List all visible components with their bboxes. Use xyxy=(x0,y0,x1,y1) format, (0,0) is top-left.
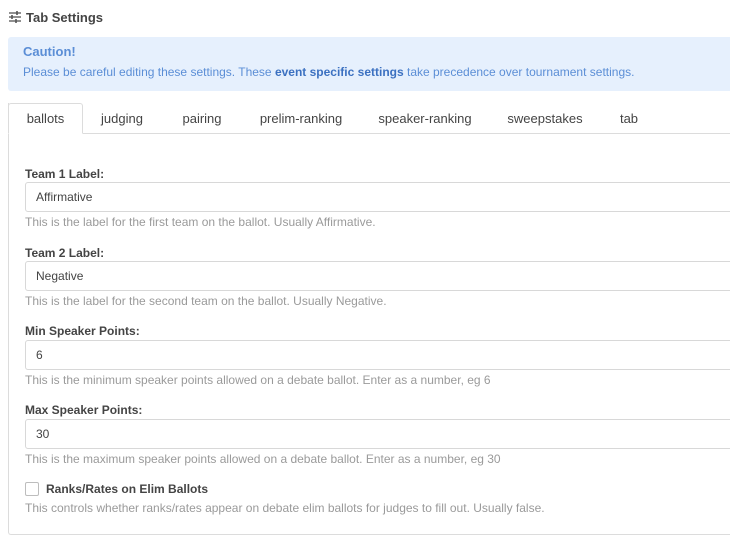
settings-panel xyxy=(8,103,730,535)
ranks-rates-checkbox[interactable] xyxy=(25,482,39,496)
team1-label-help: This is the label for the first team on … xyxy=(25,215,376,229)
tab-sweepstakes[interactable]: sweepstakes xyxy=(499,103,591,134)
max-speaker-points-input[interactable]: 30 xyxy=(25,419,730,449)
tab-pairing[interactable]: pairing xyxy=(170,103,234,134)
team1-label-input[interactable]: Affirmative xyxy=(25,182,730,212)
caution-alert: Caution! Please be careful editing these… xyxy=(8,37,730,91)
alert-text-before: Please be careful editing these settings… xyxy=(23,65,275,79)
max-speaker-points-help: This is the maximum speaker points allow… xyxy=(25,452,501,466)
tab-tab[interactable]: tab xyxy=(611,103,647,134)
tab-judging[interactable]: judging xyxy=(90,103,154,134)
tab-speaker-ranking[interactable]: speaker-ranking xyxy=(370,103,480,134)
page-header: Tab Settings xyxy=(8,8,103,26)
alert-text-after: take precedence over tournament settings… xyxy=(403,65,635,79)
sliders-icon xyxy=(8,11,22,23)
ranks-rates-label[interactable]: Ranks/Rates on Elim Ballots xyxy=(46,482,208,496)
alert-text: Please be careful editing these settings… xyxy=(23,64,730,80)
min-speaker-points-heading: Min Speaker Points: xyxy=(25,324,140,338)
team2-label-help: This is the label for the second team on… xyxy=(25,294,387,308)
team2-label-input[interactable]: Negative xyxy=(25,261,730,291)
alert-text-bold: event specific settings xyxy=(274,65,404,79)
alert-title: Caution! xyxy=(23,44,76,59)
team1-label-heading: Team 1 Label: xyxy=(25,167,105,181)
min-speaker-points-help: This is the minimum speaker points allow… xyxy=(25,373,491,387)
tab-bar: ballots judging pairing prelim-ranking s… xyxy=(8,103,730,134)
ranks-rates-help: This controls whether ranks/rates appear… xyxy=(25,501,545,515)
min-speaker-points-input[interactable]: 6 xyxy=(25,340,730,370)
tab-ballots[interactable]: ballots xyxy=(8,103,83,134)
max-speaker-points-heading: Max Speaker Points: xyxy=(25,403,143,417)
page-title: Tab Settings xyxy=(26,9,104,25)
tab-prelim-ranking[interactable]: prelim-ranking xyxy=(251,103,351,134)
team2-label-heading: Team 2 Label: xyxy=(25,246,105,260)
